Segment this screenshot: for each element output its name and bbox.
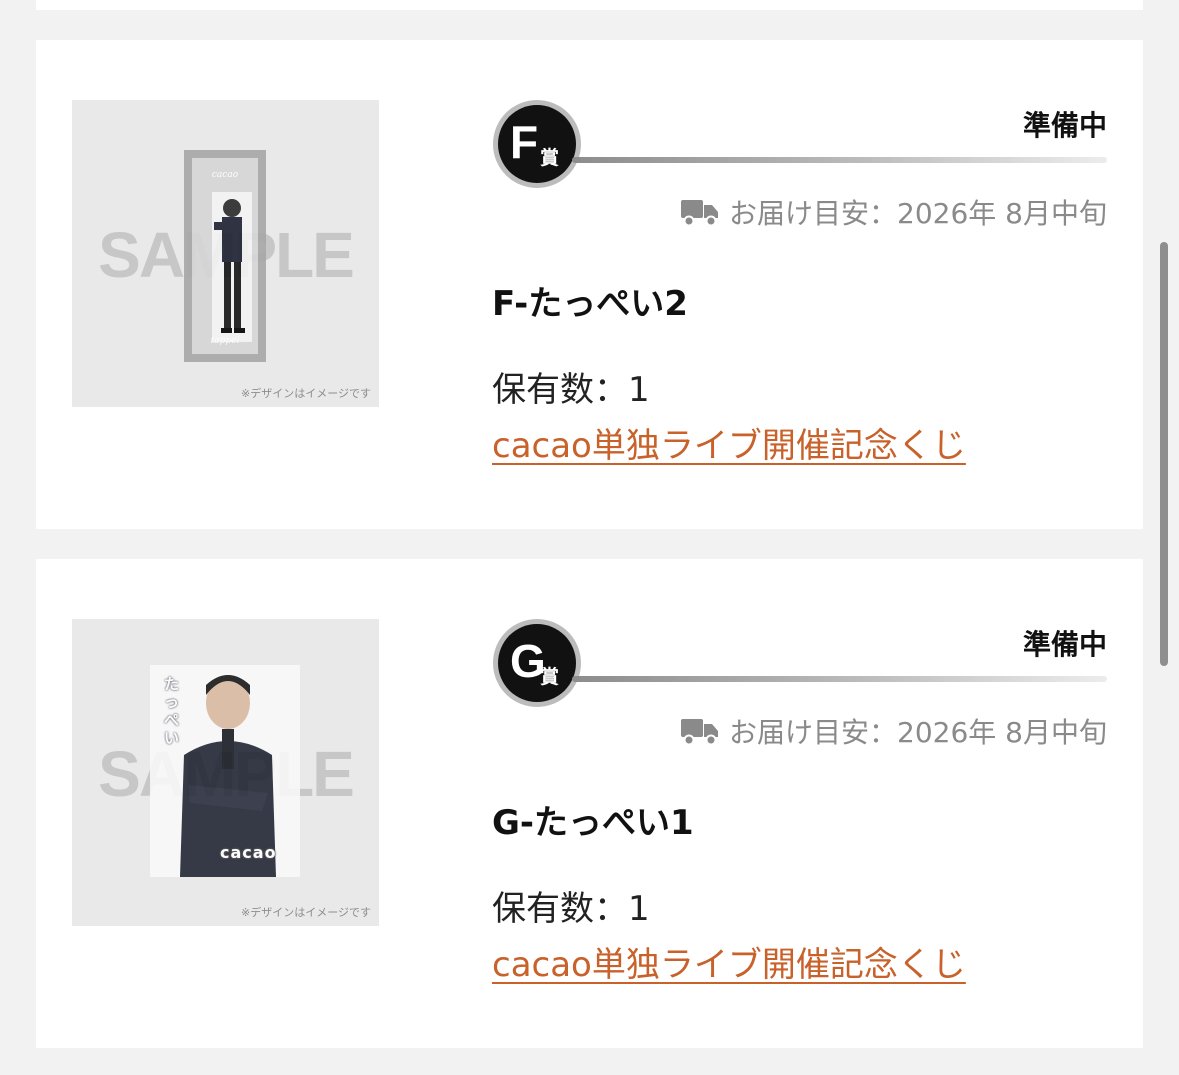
lottery-link[interactable]: cacao単独ライブ開催記念くじ (492, 937, 966, 986)
image-vertical-text: たっぺい (164, 675, 180, 747)
person-figure (212, 192, 252, 342)
design-note: ※デザインはイメージです (241, 387, 371, 400)
product-image-towel: cacao tappei (184, 150, 266, 362)
product-image-photo: たっぺい cacao (150, 665, 300, 877)
product-name: F-たっぺい2 (492, 284, 688, 324)
lottery-link[interactable]: cacao単独ライブ開催記念くじ (492, 418, 966, 467)
prize-rank-badge: F 賞 (493, 100, 581, 188)
prize-card-g[interactable]: たっぺい cacao SAMPLE ※デザインはイメージです G 賞 準備中 お… (36, 559, 1143, 1048)
product-thumbnail[interactable]: cacao tappei SAMPLE ※デザインはイメージです (72, 100, 379, 407)
quantity-owned: 保有数：1 (492, 889, 650, 929)
image-label: cacao (220, 843, 277, 862)
prize-suffix: 賞 (540, 666, 560, 688)
status-label: 準備中 (1022, 109, 1107, 142)
status-label: 準備中 (1022, 628, 1107, 661)
truck-icon (681, 200, 719, 227)
delivery-estimate: お届け目安：2026年 8月中旬 (681, 192, 1107, 232)
product-name: G-たっぺい1 (492, 803, 694, 843)
image-label-bottom: tappei (210, 336, 240, 346)
quantity-owned: 保有数：1 (492, 370, 650, 410)
prize-suffix: 賞 (540, 147, 560, 169)
delivery-text: お届け目安：2026年 8月中旬 (729, 197, 1107, 230)
delivery-text: お届け目安：2026年 8月中旬 (729, 716, 1107, 749)
design-note: ※デザインはイメージです (241, 906, 371, 919)
badge-divider-line (572, 157, 1107, 163)
badge-divider-line (572, 676, 1107, 682)
prize-letter: F (510, 116, 539, 168)
truck-icon (681, 719, 719, 746)
prize-rank-badge: G 賞 (493, 619, 581, 707)
scrollbar-thumb[interactable] (1160, 242, 1168, 666)
delivery-estimate: お届け目安：2026年 8月中旬 (681, 711, 1107, 751)
image-label-top: cacao (211, 170, 239, 180)
previous-card-bottom (36, 0, 1143, 10)
prize-card-f[interactable]: cacao tappei SAMPLE ※デザインはイメージです F 賞 (36, 40, 1143, 529)
product-thumbnail[interactable]: たっぺい cacao SAMPLE ※デザインはイメージです (72, 619, 379, 926)
